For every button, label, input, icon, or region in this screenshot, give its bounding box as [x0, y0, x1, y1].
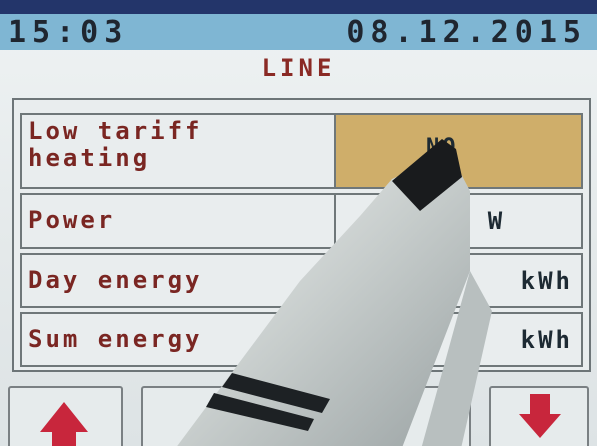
device-bezel	[0, 0, 597, 14]
touch-screen: 15:03 08.12.2015 LINE Low tariff heating…	[0, 14, 597, 446]
stylus-overlay	[177, 139, 492, 446]
